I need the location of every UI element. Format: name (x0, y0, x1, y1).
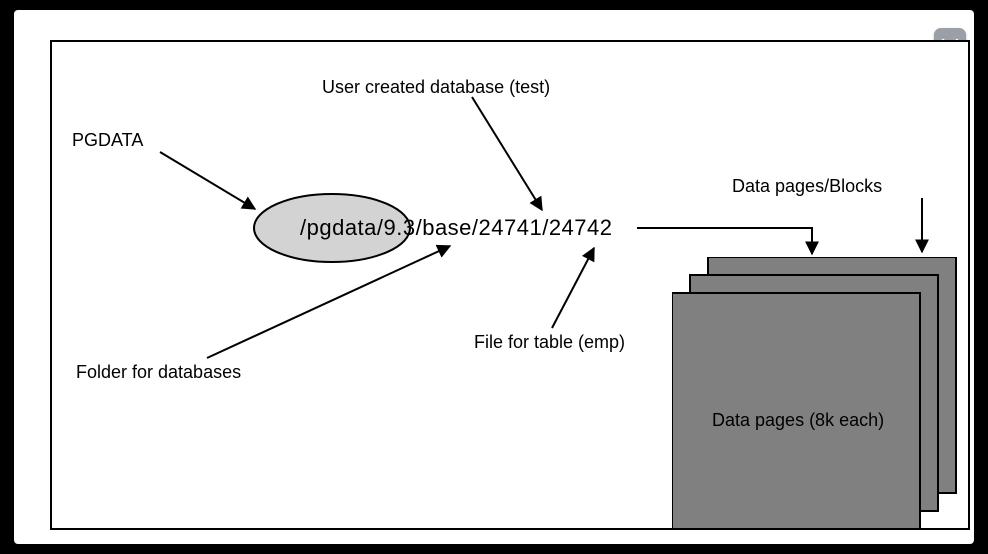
arrow-userdb-to-path (472, 97, 542, 210)
diagram-frame: Data pages (8k each) /pgdata/9.3/base/24… (50, 40, 970, 530)
arrows-layer (52, 42, 972, 532)
arrow-folder-to-base (207, 246, 450, 358)
arrow-pgdata-to-ellipse (160, 152, 255, 209)
card: Data pages (8k each) /pgdata/9.3/base/24… (14, 10, 974, 544)
arrow-file-to-table (552, 248, 594, 328)
arrow-path-to-stack (637, 228, 812, 254)
